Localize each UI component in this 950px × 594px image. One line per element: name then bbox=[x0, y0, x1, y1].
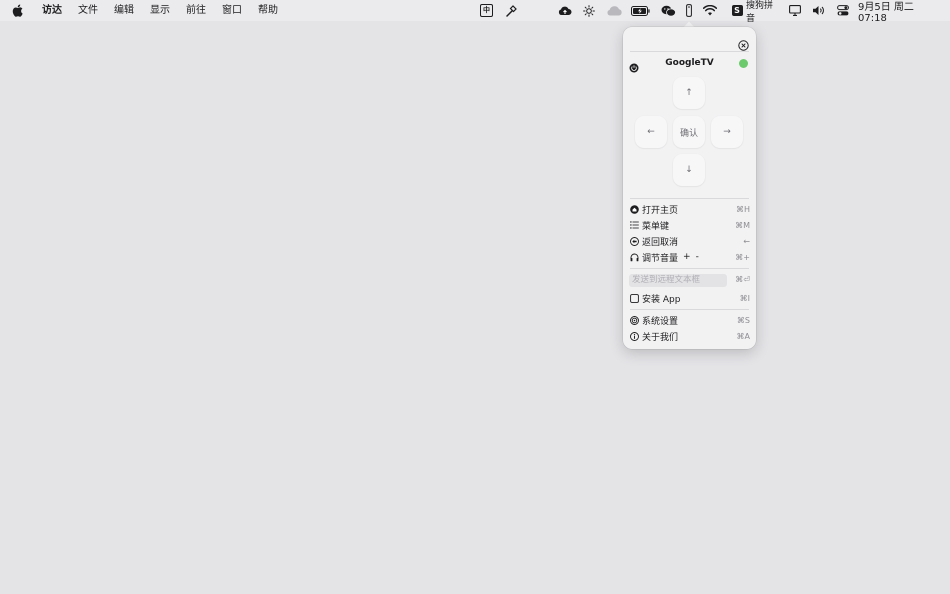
hammer-icon[interactable] bbox=[504, 0, 517, 21]
divider bbox=[630, 198, 749, 199]
send-shortcut: ⌘⏎ bbox=[735, 275, 750, 284]
menu-file[interactable]: 文件 bbox=[70, 0, 106, 21]
sogou-icon[interactable]: S bbox=[730, 0, 744, 21]
arrow-right-icon: → bbox=[723, 127, 731, 137]
close-icon[interactable] bbox=[738, 36, 749, 51]
menu-item-back[interactable]: 返回取消 ← bbox=[629, 234, 750, 248]
display-icon[interactable] bbox=[788, 0, 802, 21]
device-name: GoogleTV bbox=[665, 58, 714, 68]
remote-popover: GoogleTV ↑ ← 确认 → ↓ 打开主页 ⌘H 菜单键 ⌘M 返回取消 bbox=[623, 27, 756, 349]
divider bbox=[630, 51, 749, 52]
menu-edit[interactable]: 编辑 bbox=[106, 0, 142, 21]
menu-item-install-app[interactable]: 安装 App ⌘I bbox=[629, 291, 750, 305]
wifi-icon[interactable] bbox=[702, 0, 718, 21]
menu-help[interactable]: 帮助 bbox=[250, 0, 286, 21]
info-icon bbox=[629, 331, 639, 341]
menu-item-volume[interactable]: 调节音量 + - ⌘+ bbox=[629, 250, 750, 264]
list-icon bbox=[629, 220, 639, 230]
menu-go[interactable]: 前往 bbox=[178, 0, 214, 21]
control-center-icon[interactable] bbox=[836, 0, 850, 21]
arrow-left-icon: ← bbox=[647, 127, 655, 137]
dpad-ok-button[interactable]: 确认 bbox=[673, 116, 705, 148]
wechat-icon[interactable] bbox=[660, 0, 676, 21]
dpad-right-button[interactable]: → bbox=[711, 116, 743, 148]
battery-icon[interactable] bbox=[631, 0, 650, 21]
brightness-icon[interactable] bbox=[582, 0, 596, 21]
settings-icon bbox=[629, 315, 639, 325]
divider bbox=[630, 268, 749, 269]
input-method-icon[interactable]: 中 bbox=[480, 0, 493, 21]
remote-icon[interactable] bbox=[684, 0, 694, 21]
menubar-clock[interactable]: 9月5日 周二 07:18 bbox=[858, 0, 940, 24]
arrow-up-icon: ↑ bbox=[685, 88, 693, 98]
dpad-down-button[interactable]: ↓ bbox=[673, 154, 705, 186]
input-method-badge: 中 bbox=[480, 4, 493, 17]
divider bbox=[630, 309, 749, 310]
volume-up-button[interactable]: + bbox=[683, 252, 691, 262]
home-icon bbox=[629, 204, 639, 214]
sogou-label[interactable]: 搜狗拼音 bbox=[746, 0, 778, 24]
device-row: GoogleTV bbox=[623, 56, 756, 73]
apple-icon[interactable] bbox=[12, 4, 24, 18]
menu-view[interactable]: 显示 bbox=[142, 0, 178, 21]
square-icon bbox=[629, 293, 639, 303]
menu-window[interactable]: 窗口 bbox=[214, 0, 250, 21]
menu-item-menu-key[interactable]: 菜单键 ⌘M bbox=[629, 218, 750, 232]
back-icon bbox=[629, 236, 639, 246]
menu-bar: 访达 文件 编辑 显示 前往 窗口 帮助 中 S 搜狗拼音 9月5日 周二 07… bbox=[0, 0, 950, 24]
headphones-icon bbox=[629, 252, 639, 262]
menu-item-home[interactable]: 打开主页 ⌘H bbox=[629, 202, 750, 216]
volume-icon[interactable] bbox=[811, 0, 827, 21]
cloud-icon[interactable] bbox=[605, 0, 623, 21]
menu-item-about[interactable]: 关于我们 ⌘A bbox=[629, 329, 750, 343]
menu-item-settings[interactable]: 系统设置 ⌘S bbox=[629, 313, 750, 327]
cloud-upload-icon[interactable] bbox=[558, 0, 572, 21]
volume-down-button[interactable]: - bbox=[696, 252, 699, 262]
menu-app-finder[interactable]: 访达 bbox=[34, 0, 70, 21]
arrow-down-icon: ↓ bbox=[685, 165, 693, 175]
connection-status-dot bbox=[739, 59, 748, 68]
dpad-up-button[interactable]: ↑ bbox=[673, 77, 705, 109]
dpad-left-button[interactable]: ← bbox=[635, 116, 667, 148]
ok-label: 确认 bbox=[679, 128, 698, 139]
send-text-input[interactable]: 发送到远程文本框 bbox=[629, 274, 727, 287]
